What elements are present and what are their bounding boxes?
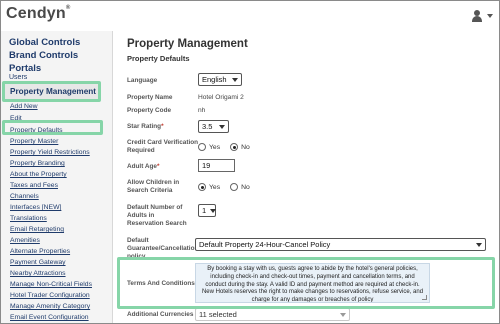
chevron-down-icon xyxy=(340,312,346,317)
allow-children-label-line1: Allow Children in xyxy=(127,179,180,186)
property-name-value: Hotel Origami 2 xyxy=(198,94,244,101)
default-adults-select[interactable]: 1 xyxy=(198,204,217,217)
resize-grip-icon[interactable] xyxy=(422,295,427,300)
user-icon xyxy=(471,10,483,22)
chevron-down-icon xyxy=(476,242,482,247)
property-code-value: nh xyxy=(198,107,206,114)
allow-children-no-label: No xyxy=(241,183,250,191)
page-title: Property Management xyxy=(127,38,248,50)
terms-text: By booking a stay with us, guests agree … xyxy=(201,266,424,303)
star-rating-select[interactable]: 3.5 xyxy=(198,120,229,133)
cancellation-policy-value: Default Property 24-Hour-Cancel Policy xyxy=(199,240,331,249)
chevron-down-icon xyxy=(487,14,493,18)
star-rating-value: 3.5 xyxy=(202,122,213,131)
credit-card-yes-label: Yes xyxy=(209,143,221,151)
logo-text: Cendyn xyxy=(6,5,66,22)
sidebar-item-global-controls[interactable]: Global Controls xyxy=(9,37,80,48)
app-window: Cendyn® Global Controls Brand Controls P… xyxy=(0,0,500,324)
allow-children-no-option[interactable]: No xyxy=(230,183,250,191)
credit-card-no-radio[interactable] xyxy=(230,143,239,151)
property-code-label: Property Code xyxy=(127,107,172,114)
credit-card-no-option[interactable]: No xyxy=(230,143,250,151)
sidebar-subitem-amenity-category[interactable]: Manage Amenity Category xyxy=(10,303,90,310)
terms-textarea[interactable]: By booking a stay with us, guests agree … xyxy=(195,263,430,303)
adult-age-input[interactable]: 19 xyxy=(198,159,235,172)
star-rating-label-text: Star Rating xyxy=(127,123,162,130)
allow-children-no-radio[interactable] xyxy=(230,183,239,191)
logo-registered-mark: ® xyxy=(65,5,71,11)
required-mark: * xyxy=(156,163,160,170)
language-select[interactable]: English xyxy=(198,73,242,86)
sidebar: Global Controls Brand Controls Portals U… xyxy=(1,31,113,323)
additional-currencies-value: 11 selected xyxy=(199,310,237,319)
allow-children-radio-group: Yes No xyxy=(198,183,260,191)
default-adults-label-line2: Adults in xyxy=(127,212,155,219)
sidebar-subitem-yield-restrictions[interactable]: Property Yield Restrictions xyxy=(10,149,90,156)
allow-children-label-line2: Search Criteria xyxy=(127,187,173,194)
cancellation-policy-label: Default Guarantee/Cancellation policy xyxy=(127,237,198,261)
sidebar-subitem-nearby-attractions[interactable]: Nearby Attractions xyxy=(10,270,66,277)
allow-children-yes-label: Yes xyxy=(209,183,221,191)
language-value: English xyxy=(202,75,227,84)
sidebar-subitem-about-property[interactable]: About the Property xyxy=(10,171,67,178)
default-adults-label: Default Number of Adults in Reservation Se… xyxy=(127,204,187,228)
adult-age-label: Adult Age* xyxy=(127,163,159,171)
credit-card-label-line2: Required xyxy=(127,147,155,154)
chevron-down-icon xyxy=(210,208,217,213)
chevron-down-icon xyxy=(232,77,238,82)
allow-children-label: Allow Children in Search Criteria xyxy=(127,179,179,195)
allow-children-yes-option[interactable]: Yes xyxy=(198,183,220,191)
page-subtitle: Property Defaults xyxy=(127,54,190,63)
chevron-down-icon xyxy=(219,124,225,129)
main-content: Property Management Property Defaults La… xyxy=(114,31,499,323)
sidebar-item-property-management[interactable]: Property Management xyxy=(4,83,100,102)
default-adults-label-line3: Reservation Search xyxy=(127,220,187,227)
sidebar-subitem-non-critical-fields[interactable]: Manage Non-Critical Fields xyxy=(10,281,92,288)
default-adults-label-line1: Default Number of xyxy=(127,204,183,211)
sidebar-subitem-amenities[interactable]: Amenities xyxy=(10,237,40,244)
credit-card-yes-radio[interactable] xyxy=(198,143,206,151)
sidebar-subitem-hotel-trader[interactable]: Hotel Trader Configuration xyxy=(10,292,90,299)
credit-card-radio-group: Yes No xyxy=(198,143,260,151)
sidebar-subitem-property-master[interactable]: Property Master xyxy=(10,138,58,145)
sidebar-subitem-payment-gateway[interactable]: Payment Gateway xyxy=(10,259,66,266)
additional-currencies-label: Additional Currencies xyxy=(127,311,194,318)
cendyn-logo[interactable]: Cendyn® xyxy=(6,5,71,23)
language-label: Language xyxy=(127,77,158,84)
adult-age-label-text: Adult Age xyxy=(127,163,157,170)
sidebar-subitem-property-branding[interactable]: Property Branding xyxy=(10,160,65,167)
sidebar-subitem-interfaces[interactable]: Interfaces [NEW] xyxy=(10,204,61,211)
sidebar-item-portals[interactable]: Portals xyxy=(9,63,41,74)
sidebar-subitem-add-new[interactable]: Add New xyxy=(10,103,38,110)
credit-card-yes-option[interactable]: Yes xyxy=(198,143,220,151)
terms-label-text: Terms And Conditions xyxy=(127,280,195,287)
required-mark: * xyxy=(161,123,164,130)
credit-card-no-label: No xyxy=(241,143,250,151)
cancellation-policy-select[interactable]: Default Property 24-Hour-Cancel Policy xyxy=(195,238,486,251)
top-bar: Cendyn® xyxy=(1,1,499,31)
sidebar-subitem-channels[interactable]: Channels xyxy=(10,193,39,200)
additional-currencies-select[interactable]: 11 selected xyxy=(195,308,350,321)
terms-label: Terms And Conditions* xyxy=(127,280,197,288)
default-adults-value: 1 xyxy=(202,206,207,215)
user-menu[interactable] xyxy=(471,10,493,22)
sidebar-subitem-email-retargeting[interactable]: Email Retargeting xyxy=(10,226,64,233)
sidebar-subitem-alternate-properties[interactable]: Alternate Properties xyxy=(10,248,70,255)
property-name-label: Property Name xyxy=(127,94,173,101)
sidebar-subitem-property-defaults[interactable]: Property Defaults xyxy=(10,127,63,134)
cancellation-label-line2: Guarantee/Cancellation xyxy=(127,245,199,252)
allow-children-yes-radio[interactable] xyxy=(198,183,206,191)
sidebar-subitem-translations[interactable]: Translations xyxy=(10,215,47,222)
star-rating-label: Star Rating* xyxy=(127,123,164,131)
sidebar-subitem-edit[interactable]: Edit xyxy=(10,115,22,122)
sidebar-subitem-email-event[interactable]: Email Event Configuration xyxy=(10,314,89,321)
cancellation-label-line3: policy xyxy=(127,253,146,260)
sidebar-subitem-taxes-fees[interactable]: Taxes and Fees xyxy=(10,182,58,189)
credit-card-label: Credit Card Verification Required xyxy=(127,139,198,155)
sidebar-item-brand-controls[interactable]: Brand Controls xyxy=(9,50,78,61)
cancellation-label-line1: Default xyxy=(127,237,149,244)
credit-card-label-line1: Credit Card Verification xyxy=(127,139,199,146)
sidebar-item-users[interactable]: Users xyxy=(9,74,27,80)
